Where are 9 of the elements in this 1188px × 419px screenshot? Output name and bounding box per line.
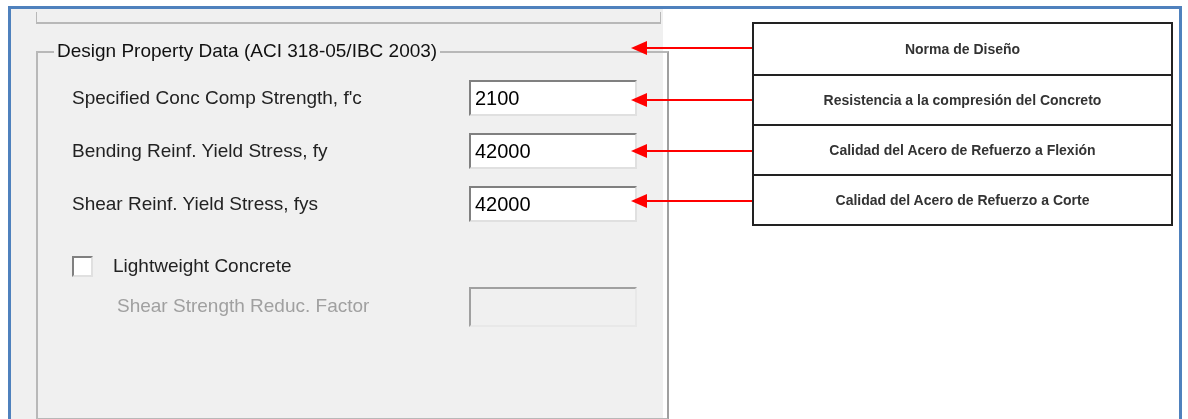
field-label: Specified Conc Comp Strength, f'c: [72, 85, 362, 110]
field-label: Shear Reinf. Yield Stress, fys: [72, 191, 319, 216]
field-label: Shear Strength Reduc. Factor: [117, 294, 370, 319]
field-label: Bending Reinf. Yield Stress, fy: [72, 138, 328, 163]
input-field[interactable]: 42000: [469, 186, 637, 222]
input-field[interactable]: 2100: [469, 80, 637, 116]
checkbox[interactable]: [72, 255, 93, 277]
checkbox-label: Lightweight Concrete: [113, 254, 292, 278]
input-field[interactable]: 42000: [469, 133, 637, 169]
